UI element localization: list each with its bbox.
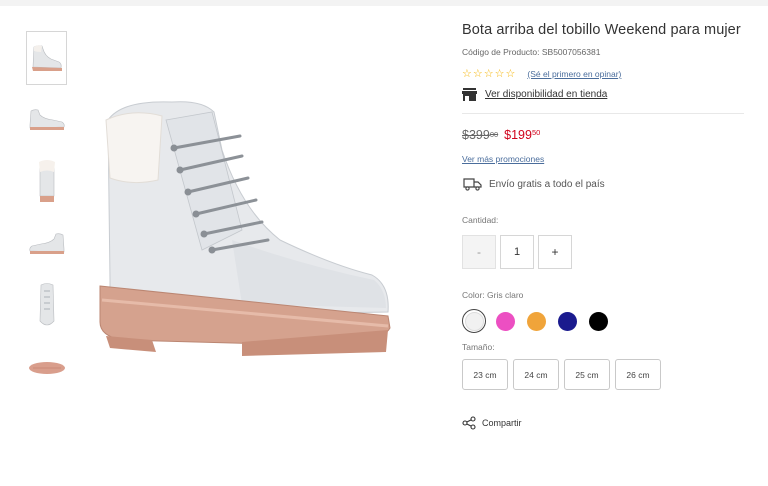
swatch-dot [526, 311, 546, 331]
star-icon: ☆ [505, 67, 516, 80]
rating-row: ☆ ☆ ☆ ☆ ☆ (Sé el primero en opinar) [462, 67, 752, 81]
quantity-increase-button[interactable]: + [538, 235, 572, 269]
product-code: Código de Producto: SB5007056381 [462, 47, 601, 57]
more-promotions-link[interactable]: Ver más promociones [462, 154, 544, 164]
free-shipping: Envío gratis a todo el país [463, 177, 605, 191]
old-price-cents: 00 [489, 130, 499, 139]
top-bar [0, 0, 768, 6]
product-title: Bota arriba del tobillo Weekend para muj… [462, 22, 741, 38]
store-availability-link: Ver disponibilidad en tienda [485, 88, 608, 100]
boot-inner-thumbnail-icon [28, 233, 64, 254]
size-option[interactable]: 23 cm [462, 359, 508, 390]
sale-price: $199 [504, 128, 532, 142]
old-price: $399 [462, 128, 490, 142]
free-shipping-text: Envío gratis a todo el país [489, 178, 605, 190]
size-option[interactable]: 25 cm [564, 359, 610, 390]
thumbnail-3[interactable] [26, 155, 67, 209]
quantity-decrease-button[interactable]: - [462, 235, 496, 269]
truck-icon [463, 178, 482, 191]
quantity-label: Cantidad: [462, 215, 499, 225]
boot-top-thumbnail-icon [39, 283, 54, 326]
size-option[interactable]: 26 cm [615, 359, 661, 390]
color-label: Color: Gris claro [462, 290, 524, 300]
price-block: $399 00 $199 50 [462, 128, 540, 142]
color-swatch-black[interactable] [586, 309, 610, 333]
star-icon: ☆ [462, 67, 472, 80]
boot-sole-thumbnail-icon [28, 362, 65, 374]
color-swatches [462, 309, 610, 333]
size-option[interactable]: 24 cm [513, 359, 559, 390]
quantity-stepper: - + [462, 235, 572, 269]
thumbnail-1[interactable] [26, 31, 67, 85]
boot-front-thumbnail-icon [38, 160, 55, 202]
swatch-dot [495, 311, 515, 331]
color-swatch-navy[interactable] [555, 309, 579, 333]
swatch-dot [557, 311, 577, 331]
size-options: 23 cm 24 cm 25 cm 26 cm [462, 359, 661, 390]
divider [462, 113, 744, 114]
quantity-input[interactable] [500, 235, 534, 269]
store-icon [462, 87, 477, 101]
star-icon: ☆ [472, 67, 483, 80]
size-label: Tamaño: [462, 342, 495, 352]
store-availability[interactable]: Ver disponibilidad en tienda [462, 85, 752, 103]
swatch-dot [588, 311, 608, 331]
main-product-image [99, 101, 391, 356]
boot-angle-thumbnail-icon [29, 109, 65, 130]
thumbnail-2[interactable] [26, 93, 67, 147]
swatch-dot [464, 311, 484, 331]
color-swatch-light-gray[interactable] [462, 309, 486, 333]
first-review-link[interactable]: (Sé el primero en opinar) [527, 69, 621, 79]
color-swatch-pink[interactable] [493, 309, 517, 333]
thumbnail-6[interactable] [26, 341, 67, 395]
share-icon [462, 416, 476, 430]
product-info: Bota arriba del tobillo Weekend para muj… [462, 22, 752, 103]
thumbnail-4[interactable] [26, 217, 67, 271]
rating-stars[interactable]: ☆ ☆ ☆ ☆ ☆ [462, 67, 516, 80]
color-swatch-orange[interactable] [524, 309, 548, 333]
sale-price-cents: 50 [531, 128, 541, 137]
thumbnail-5[interactable] [26, 279, 67, 333]
share-button[interactable]: Compartir [462, 416, 522, 430]
boot-side-thumbnail-icon [31, 45, 62, 71]
star-icon: ☆ [494, 67, 505, 80]
thumbnail-list [26, 31, 68, 403]
star-icon: ☆ [483, 67, 494, 80]
share-label: Compartir [482, 418, 522, 428]
